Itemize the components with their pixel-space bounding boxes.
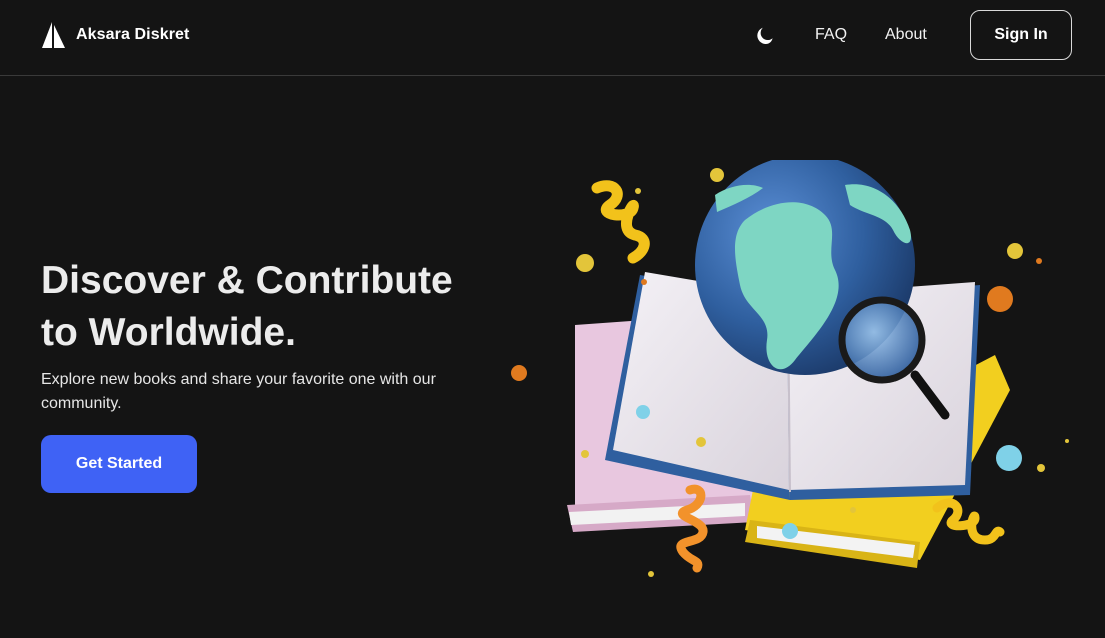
brand-link[interactable]: Aksara Diskret [41, 22, 189, 48]
theme-toggle-button[interactable] [752, 23, 778, 49]
get-started-button[interactable]: Get Started [41, 435, 197, 493]
navbar: Aksara Diskret FAQ About Sign In [0, 0, 1105, 76]
hero-title-line2: to Worldwide. [41, 311, 296, 354]
sail-logo-icon [42, 22, 65, 48]
hero-title: Discover & Contribute to Worldwide. [41, 255, 511, 359]
moon-icon [757, 27, 773, 44]
nav-link-about[interactable]: About [885, 24, 927, 46]
yellow-squiggle [591, 180, 650, 264]
hero-description: Explore new books and share your favorit… [41, 371, 436, 412]
brand-name: Aksara Diskret [76, 26, 190, 43]
books-globe-illustration [511, 160, 1069, 577]
sign-in-button[interactable]: Sign In [970, 10, 1072, 60]
nav-link-faq[interactable]: FAQ [815, 24, 847, 46]
hero-title-line1: Discover & Contribute [41, 259, 453, 302]
